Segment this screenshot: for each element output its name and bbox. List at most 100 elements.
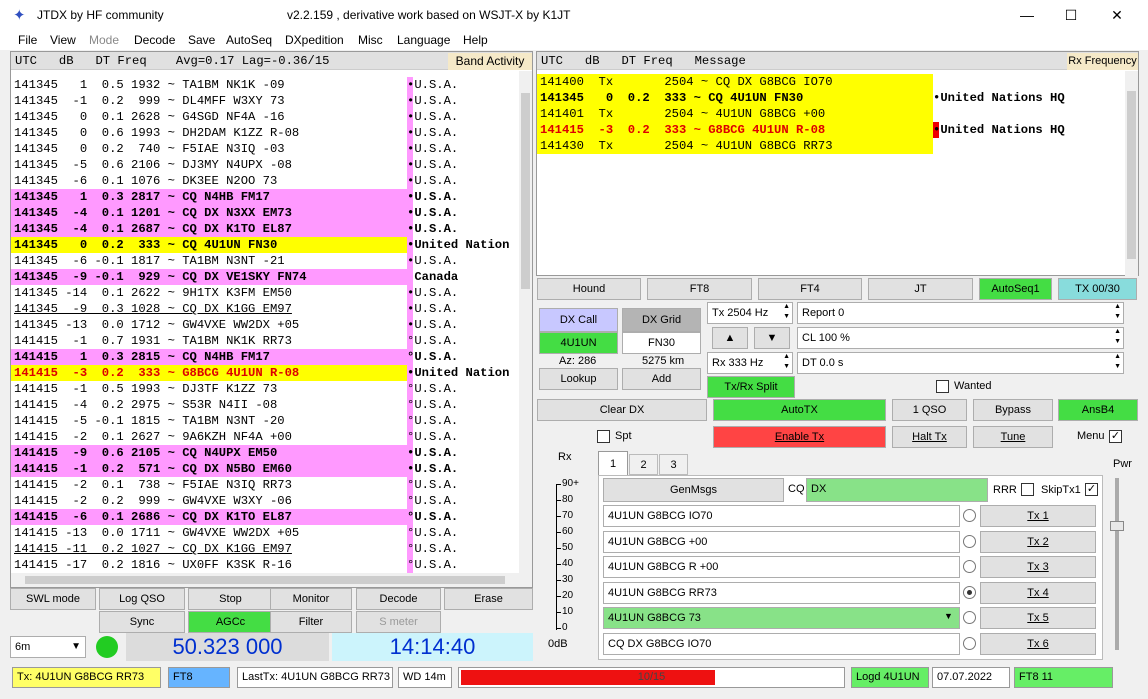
autoseq-button[interactable]: AutoSeq1 [979,278,1052,300]
band-row[interactable]: 141415 -2 0.1 2627 ~ 9A6KZH NF4A +00 °U.S… [11,429,519,445]
band-row[interactable]: 141345 -4 0.1 2687 ~ CQ DX K1TO EL87 •U.S… [11,221,519,237]
band-row[interactable]: 141345 0 0.2 740 ~ F5IAE N3IQ -03 •U.S.A. [11,141,519,157]
rx-row[interactable]: 141415 -3 0.2 333 ~ G8BCG 4U1UN R-08 •Uni… [537,122,1123,138]
menu-misc[interactable]: Misc [358,33,383,47]
tx-up-button[interactable]: ▲ [712,327,748,349]
band-select[interactable]: 6m ▼ [10,636,86,658]
dial-frequency[interactable]: 50.323 000 [126,633,329,661]
tx-message-6-input[interactable]: CQ DX G8BCG IO70 [603,633,960,655]
band-row[interactable]: 141415 -9 0.6 2105 ~ CQ N4UPX EM50 •U.S.A… [11,445,519,461]
band-vscrollbar[interactable] [519,71,532,574]
tx-frequency-spin[interactable]: Tx 2504 Hz ▲ ▼ [707,302,793,324]
genmsgs-button[interactable]: GenMsgs [603,478,784,502]
jt-button[interactable]: JT [868,278,973,300]
tx-5-button[interactable]: Tx 5 [980,607,1096,630]
band-row[interactable]: 141415 -2 0.1 738 ~ F5IAE N3IQ RR73 °U.S.… [11,477,519,493]
band-row[interactable]: 141345 1 0.5 1932 ~ TA1BM NK1K -09 •U.S.A… [11,77,519,93]
menu-save[interactable]: Save [188,33,215,47]
maximize-button[interactable]: ☐ [1048,0,1094,30]
dt-spin[interactable]: DT 0.0 s ▲ ▼ [797,352,1124,374]
clear-dx-button[interactable]: Clear DX [537,399,707,421]
stop-button[interactable]: Stop [188,588,273,610]
skiptx1-checkbox[interactable]: ✓ [1085,483,1098,496]
tx-2-button[interactable]: Tx 2 [980,530,1096,553]
decode-button[interactable]: Decode [356,588,441,610]
bypass-button[interactable]: Bypass [973,399,1053,421]
band-hscrollbar[interactable] [11,573,532,587]
tx-message-4-radio[interactable] [963,585,976,599]
band-hscroll-thumb[interactable] [25,576,505,584]
band-row[interactable]: 141345 -6 -0.1 1817 ~ TA1BM N3NT -21 •U.S… [11,253,519,269]
filter-button[interactable]: Filter [270,611,352,633]
rx-frequency-list[interactable]: 141400 Tx 2504 ~ CQ DX G8BCG IO70 141345 … [537,74,1125,274]
tab-3[interactable]: 3 [659,454,688,475]
tx-message-4-input[interactable]: 4U1UN G8BCG RR73 [603,581,960,604]
band-row[interactable]: 141415 -6 0.1 2686 ~ CQ DX K1TO EL87 °U.S… [11,509,519,525]
rx-vscroll-thumb[interactable] [1127,91,1136,259]
band-row[interactable]: 141415 -2 0.2 999 ~ GW4VXE W3XY -06 °U.S.… [11,493,519,509]
spt-checkbox[interactable] [597,430,610,443]
menu-checkbox[interactable]: ✓ [1109,430,1122,443]
autotx-button[interactable]: AutoTX [713,399,886,421]
band-activity-list[interactable]: 141345 1 0.5 1932 ~ TA1BM NK1K -09 •U.S.A… [11,77,521,573]
rx-row[interactable]: 141400 Tx 2504 ~ CQ DX G8BCG IO70 [537,74,1123,90]
band-row[interactable]: 141415 1 0.3 2815 ~ CQ N4HB FM17 °U.S.A. [11,349,519,365]
tx-3-button[interactable]: Tx 3 [980,556,1096,579]
tx-6-button[interactable]: Tx 6 [980,633,1096,655]
band-row[interactable]: 141345 -9 0.3 1028 ~ CQ DX K1GG EM97 •U.S… [11,301,519,317]
band-row[interactable]: 141415 -4 0.2 2975 ~ S53R N4II -08 °U.S.A… [11,397,519,413]
menu-dxpedition[interactable]: DXpedition [285,33,344,47]
power-slider-track[interactable] [1115,478,1119,650]
menu-mode[interactable]: Mode [89,33,119,47]
rx-row[interactable]: 141401 Tx 2504 ~ 4U1UN G8BCG +00 [537,106,1123,122]
band-vscroll-thumb[interactable] [521,93,530,289]
report-spin[interactable]: Report 0 ▲ ▼ [797,302,1124,324]
band-row[interactable]: 141415 -13 0.0 1711 ~ GW4VXE WW2DX +05 °U… [11,525,519,541]
wanted-checkbox[interactable] [936,380,949,393]
band-row[interactable]: 141345 1 0.3 2817 ~ CQ N4HB FM17 •U.S.A. [11,189,519,205]
band-row[interactable]: 141345 0 0.1 2628 ~ G4SGD NF4A -16 •U.S.A… [11,109,519,125]
band-row[interactable]: 141345 -1 0.2 999 ~ DL4MFF W3XY 73 •U.S.A… [11,93,519,109]
rx-row[interactable]: 141430 Tx 2504 ~ 4U1UN G8BCG RR73 [537,138,1123,154]
band-row[interactable]: 141345 0 0.6 1993 ~ DH2DAM K1ZZ R-08 •U.S… [11,125,519,141]
tx-0030-button[interactable]: TX 00/30 [1058,278,1137,300]
chevron-down-icon[interactable]: ▼ [944,611,953,621]
tx-4-button[interactable]: Tx 4 [980,581,1096,604]
band-row[interactable]: 141345 -4 0.1 1201 ~ CQ DX N3XX EM73 •U.S… [11,205,519,221]
tx-message-5-input[interactable]: 4U1UN G8BCG 73 [603,607,960,630]
tune-button[interactable]: Tune [973,426,1053,448]
band-row[interactable]: 141415 -11 0.2 1027 ~ CQ DX K1GG EM97 °U.… [11,541,519,557]
band-row[interactable]: 141345 0 0.2 333 ~ CQ 4U1UN FN30 •United … [11,237,519,253]
halt-tx-button[interactable]: Halt Tx [892,426,967,448]
band-row[interactable]: 141415 -1 0.2 571 ~ CQ DX N5BO EM60 •U.S.… [11,461,519,477]
tx-message-6-radio[interactable] [963,637,976,650]
one-qso-button[interactable]: 1 QSO [892,399,967,421]
band-row[interactable]: 141415 -1 0.7 1931 ~ TA1BM NK1K RR73 °U.S… [11,333,519,349]
tab-1[interactable]: 1 [598,451,628,476]
swl-mode-button[interactable]: SWL mode [10,588,96,610]
rx-row[interactable]: 141345 0 0.2 333 ~ CQ 4U1UN FN30 •United … [537,90,1123,106]
band-row[interactable]: 141415 -5 -0.1 1815 ~ TA1BM N3NT -20 °U.S… [11,413,519,429]
cq-input[interactable]: DX [806,478,988,502]
power-slider-handle[interactable] [1110,521,1124,531]
band-row[interactable]: 141415 -1 0.5 1993 ~ DJ3TF K1ZZ 73 °U.S.A… [11,381,519,397]
log-qso-button[interactable]: Log QSO [99,588,185,610]
add-button[interactable]: Add [622,368,701,390]
enable-tx-button[interactable]: Enable Tx [713,426,886,448]
band-row[interactable]: 141345 -14 0.1 2622 ~ 9H1TX K3FM EM50 •U.… [11,285,519,301]
tx-message-2-radio[interactable] [963,534,976,548]
dx-grid-input[interactable]: FN30 [622,332,701,354]
rrr-checkbox[interactable] [1021,483,1034,496]
ft8-button[interactable]: FT8 [647,278,752,300]
tx-message-1-input[interactable]: 4U1UN G8BCG IO70 [603,505,960,527]
monitor-button[interactable]: Monitor [270,588,352,610]
band-row[interactable]: 141345 -5 0.6 2106 ~ DJ3MY N4UPX -08 •U.S… [11,157,519,173]
menu-help[interactable]: Help [463,33,488,47]
ansb4-button[interactable]: AnsB4 [1058,399,1138,421]
lookup-button[interactable]: Lookup [539,368,618,390]
menu-autoseq[interactable]: AutoSeq [226,33,272,47]
rx-vscrollbar[interactable] [1125,71,1138,276]
band-row[interactable]: 141345 -9 -0.1 929 ~ CQ DX VE1SKY FN74 C… [11,269,519,285]
s-meter-button[interactable]: S meter [356,611,441,633]
tx-1-button[interactable]: Tx 1 [980,505,1096,527]
